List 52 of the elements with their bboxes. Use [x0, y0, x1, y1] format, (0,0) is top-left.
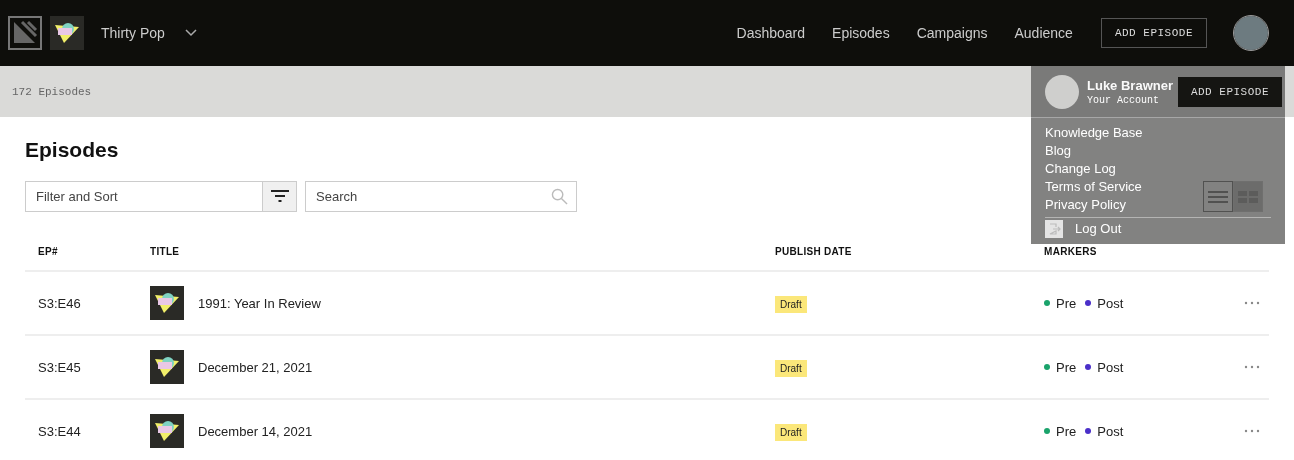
filter-icon — [269, 189, 290, 204]
marker-label: Pre — [1056, 295, 1077, 311]
menu-item[interactable]: Blog — [1045, 142, 1072, 160]
status-badge: Draft — [775, 424, 807, 441]
more-options-icon[interactable] — [1244, 365, 1260, 369]
marker-label: Post — [1097, 359, 1124, 375]
more-options-icon[interactable] — [1244, 301, 1260, 305]
episode-number: S3:E45 — [38, 359, 82, 375]
logout-link[interactable]: Log Out — [1075, 220, 1122, 238]
column-header: PUBLISH DATE — [775, 246, 853, 257]
episode-cover-drawing — [150, 414, 184, 448]
add-episode-button[interactable]: ADD EPISODE — [1177, 76, 1282, 107]
filter-button[interactable] — [262, 181, 297, 212]
column-header: EP# — [38, 246, 59, 257]
search-field[interactable]: Search — [305, 181, 577, 212]
episode-number: S3:E44 — [38, 423, 82, 439]
more-options-icon[interactable] — [1244, 429, 1260, 433]
episode-title[interactable]: 1991: Year In Review — [198, 295, 321, 311]
avatar-placeholder — [1045, 74, 1079, 109]
marker-label: Post — [1097, 423, 1124, 439]
episode-cover-drawing — [150, 350, 184, 384]
page-title: Episodes — [25, 137, 119, 162]
status-badge: Draft — [775, 360, 807, 377]
logo-icon[interactable] — [8, 16, 42, 50]
marker-label: Pre — [1056, 423, 1077, 439]
column-header: MARKERS — [1044, 246, 1098, 257]
episode-count: 172 Episodes — [12, 85, 92, 98]
chevron-down-icon[interactable] — [184, 29, 197, 37]
menu-item[interactable]: Change Log — [1045, 160, 1116, 178]
episode-number: S3:E46 — [38, 295, 82, 311]
nav-link[interactable]: Episodes — [832, 25, 890, 41]
status-badge: Draft — [775, 296, 807, 313]
show-name[interactable]: Thirty Pop — [101, 25, 165, 41]
episode-cover-drawing — [150, 286, 184, 320]
menu-item[interactable]: Privacy Policy — [1045, 196, 1126, 214]
account-link[interactable]: Your Account — [1087, 94, 1173, 106]
column-header: TITLE — [150, 246, 181, 257]
marker-label: Pre — [1056, 359, 1077, 375]
episode-title[interactable]: December 21, 2021 — [198, 359, 313, 375]
filter-sort-field[interactable]: Filter and Sort — [25, 181, 262, 212]
episode-title[interactable]: December 14, 2021 — [198, 423, 313, 439]
user-name: Luke Brawner — [1087, 77, 1173, 93]
menu-item[interactable]: Knowledge Base — [1045, 124, 1143, 142]
nav-link[interactable]: Audience — [1014, 25, 1073, 41]
nav-link[interactable]: Dashboard — [736, 25, 806, 41]
nav-link[interactable]: Campaigns — [916, 25, 988, 41]
menu-item[interactable]: Terms of Service — [1045, 178, 1142, 196]
search-icon — [551, 188, 568, 205]
marker-label: Post — [1097, 295, 1124, 311]
show-cover-art-drawing — [50, 16, 84, 50]
avatar-placeholder[interactable] — [1234, 16, 1268, 50]
add-episode-button[interactable]: ADD EPISODE — [1100, 18, 1207, 48]
